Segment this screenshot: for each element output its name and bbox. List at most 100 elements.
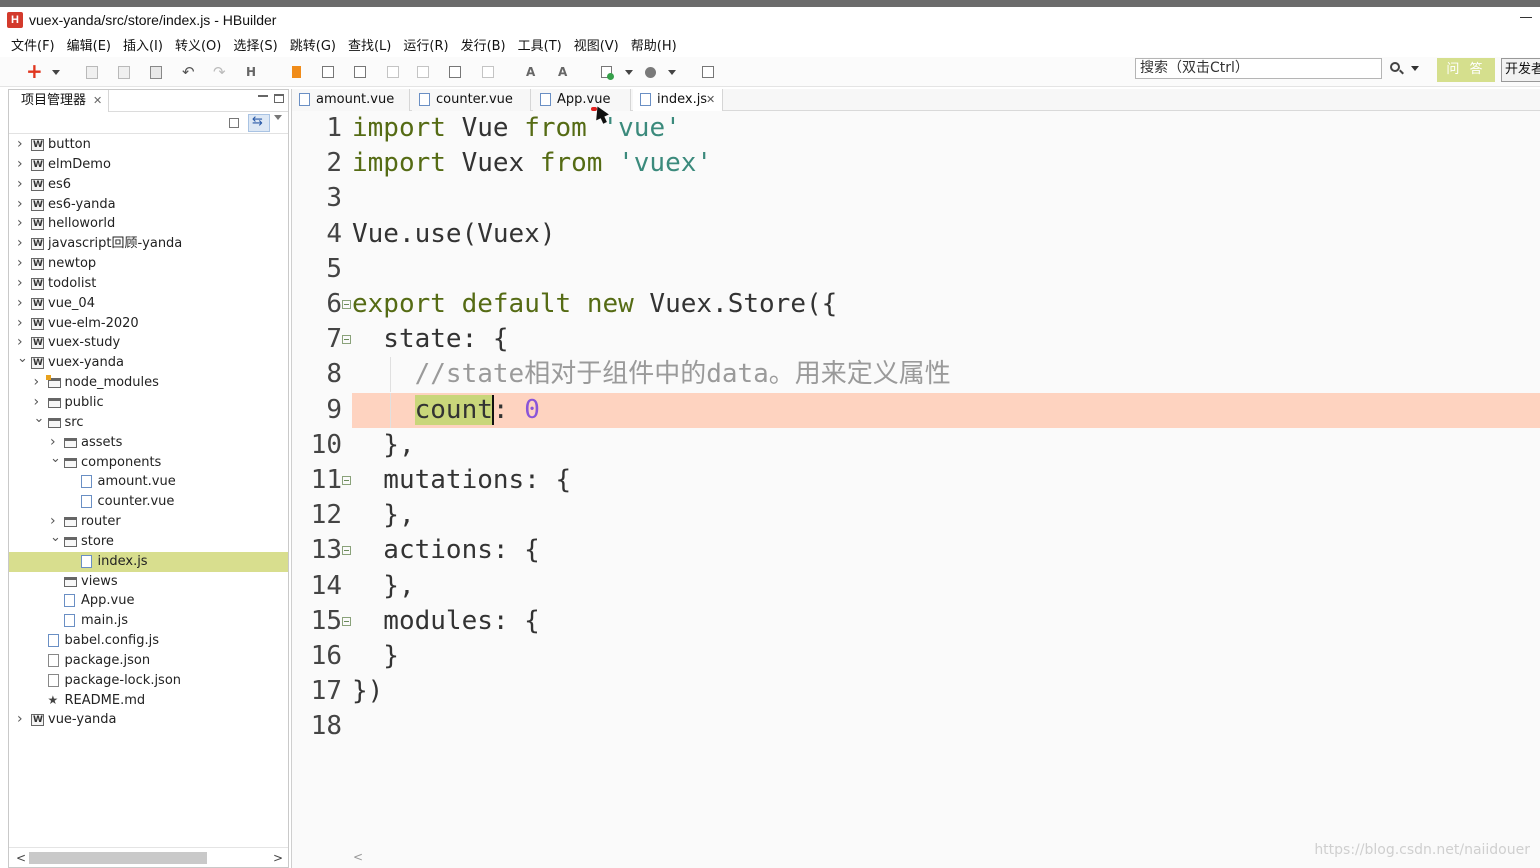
chevron-down-icon[interactable]: ⌄ — [50, 528, 61, 548]
fold-toggle-icon[interactable] — [342, 546, 351, 556]
chevron-right-icon[interactable]: › — [34, 373, 40, 393]
editor-tab[interactable]: index.js ✕ — [633, 89, 723, 111]
tree-item[interactable]: package-lock.json — [9, 671, 288, 691]
editor-tab[interactable]: App.vue — [533, 89, 631, 111]
chevron-right-icon[interactable]: › — [17, 175, 23, 195]
menu-item[interactable]: 工具(T) — [512, 35, 568, 54]
tree-item[interactable]: amount.vue — [9, 472, 288, 492]
run-icon[interactable] — [601, 66, 614, 80]
tree-item[interactable]: views — [9, 572, 288, 592]
fold-toggle-icon[interactable] — [342, 476, 351, 485]
goto-icon[interactable] — [322, 66, 334, 78]
indent-left-icon[interactable] — [387, 66, 399, 78]
ask-button[interactable]: 问 答 — [1437, 58, 1495, 82]
bookmark-icon[interactable] — [292, 66, 301, 78]
browser-icon[interactable] — [645, 67, 656, 78]
search-dropdown-icon[interactable] — [1411, 66, 1419, 71]
tree-item[interactable]: › vue-elm-2020 — [9, 314, 288, 335]
menu-item[interactable]: 插入(I) — [117, 35, 169, 54]
tree-item[interactable]: App.vue — [9, 591, 288, 611]
menu-item[interactable]: 运行(R) — [397, 35, 454, 54]
scroll-left-icon[interactable]: < — [353, 850, 363, 864]
tree-item[interactable]: ›vuex-study — [9, 333, 288, 354]
panel-horizontal-scrollbar[interactable]: < > — [9, 847, 288, 867]
editor-tab[interactable]: counter.vue — [412, 89, 531, 111]
format-icon[interactable]: H — [246, 64, 262, 80]
download-icon[interactable] — [354, 66, 366, 78]
font-increase-icon[interactable]: A — [526, 64, 542, 80]
tree-item[interactable]: counter.vue — [9, 492, 288, 512]
tree-item[interactable]: package.json — [9, 651, 288, 671]
tree-item[interactable]: main.js — [9, 611, 288, 631]
tree-item[interactable]: index.js — [9, 551, 288, 572]
chevron-right-icon[interactable]: › — [17, 214, 23, 234]
tree-item[interactable]: › es6 — [9, 175, 288, 196]
tree-item[interactable]: › todolist — [9, 274, 288, 295]
close-icon[interactable]: ✕ — [706, 94, 715, 105]
tree-item[interactable]: › vue-yanda — [9, 710, 288, 731]
tree-item[interactable]: › newtop — [9, 254, 288, 275]
link-with-editor-icon[interactable] — [248, 114, 270, 132]
scroll-left-icon[interactable]: < — [16, 851, 26, 865]
tree-item[interactable]: ★ README.md — [9, 691, 288, 711]
undo-icon[interactable]: ↶ — [182, 64, 198, 80]
console-icon[interactable] — [702, 66, 714, 78]
tree-item[interactable]: › button — [9, 135, 288, 156]
menu-item[interactable]: 发行(B) — [455, 35, 512, 54]
chevron-down-icon[interactable]: ⌄ — [34, 409, 45, 429]
save-all-icon[interactable] — [118, 66, 130, 79]
save-icon[interactable] — [86, 66, 98, 79]
tree-item[interactable]: › elmDemo — [9, 155, 288, 176]
code-area[interactable]: 1 import Vue from 'vue' 2 import Vuex from … — [292, 111, 1540, 846]
new-file-icon[interactable]: + — [26, 61, 43, 81]
browser-dropdown-icon[interactable] — [668, 70, 676, 75]
chevron-right-icon[interactable]: › — [17, 195, 23, 215]
maximize-panel-icon[interactable] — [274, 94, 284, 103]
menu-item[interactable]: 选择(S) — [227, 35, 283, 54]
search-input[interactable]: 搜索（双击Ctrl） — [1135, 58, 1382, 79]
menu-item[interactable]: 文件(F) — [5, 35, 61, 54]
menu-item[interactable]: 帮助(H) — [625, 35, 683, 54]
chevron-right-icon[interactable]: › — [17, 274, 23, 294]
search-icon[interactable] — [1390, 62, 1400, 72]
editor-tab[interactable]: amount.vue — [292, 89, 410, 111]
minimize-window-button[interactable] — [1520, 9, 1532, 23]
chevron-right-icon[interactable]: › — [17, 155, 23, 175]
tree-item[interactable]: › helloworld — [9, 214, 288, 235]
tree-item[interactable]: › node_modules — [9, 373, 288, 393]
fold-toggle-icon[interactable] — [342, 335, 351, 345]
tree-item[interactable]: babel.config.js — [9, 631, 288, 651]
chevron-down-icon[interactable]: ⌄ — [50, 449, 61, 469]
tab-project-manager[interactable]: 项目管理器 ✕ — [9, 90, 109, 112]
chevron-down-icon[interactable]: ⌄ — [17, 349, 28, 369]
font-decrease-icon[interactable]: A — [558, 64, 574, 80]
menu-item[interactable]: 跳转(G) — [284, 35, 342, 54]
comment-icon[interactable] — [449, 66, 461, 78]
chevron-right-icon[interactable]: › — [17, 294, 23, 314]
tree-item[interactable]: › javascript回顾-yanda — [9, 234, 288, 255]
tree-item[interactable]: ⌄ store — [9, 530, 288, 552]
chevron-right-icon[interactable]: › — [17, 234, 23, 254]
menu-item[interactable]: 转义(O) — [169, 35, 227, 54]
minimize-panel-icon[interactable] — [258, 94, 268, 97]
panel-menu-icon[interactable] — [274, 115, 282, 120]
uncomment-icon[interactable] — [482, 66, 494, 78]
tree-item[interactable]: › vue_04 — [9, 294, 288, 315]
collapse-all-icon[interactable] — [229, 118, 239, 128]
tree-item[interactable]: › es6-yanda — [9, 195, 288, 216]
tree-item[interactable]: › public — [9, 393, 288, 413]
menu-item[interactable]: 编辑(E) — [61, 35, 117, 54]
chevron-right-icon[interactable]: › — [17, 135, 23, 155]
developer-button[interactable]: 开发者 — [1501, 58, 1540, 82]
close-file-icon[interactable] — [150, 66, 162, 79]
redo-icon[interactable]: ↷ — [213, 64, 229, 80]
menu-item[interactable]: 视图(V) — [568, 35, 625, 54]
menu-item[interactable]: 查找(L) — [342, 35, 397, 54]
tree-item[interactable]: ⌄ vuex-yanda — [9, 351, 288, 374]
run-dropdown-icon[interactable] — [625, 70, 633, 75]
chevron-right-icon[interactable]: › — [17, 254, 23, 274]
new-file-dropdown-icon[interactable] — [52, 70, 60, 75]
scroll-right-icon[interactable]: > — [273, 851, 283, 865]
tree-item[interactable]: ⌄ components — [9, 451, 288, 473]
chevron-right-icon[interactable]: › — [17, 710, 23, 730]
